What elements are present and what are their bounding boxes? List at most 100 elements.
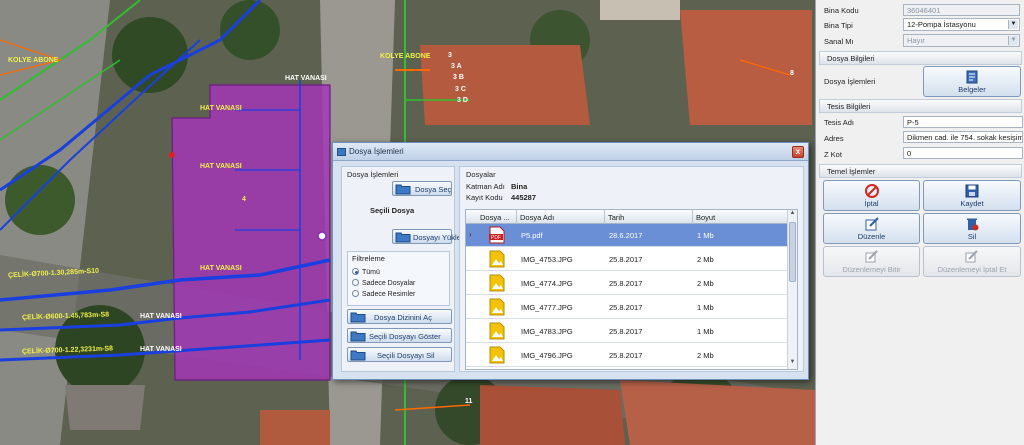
map-label-hat-vanasi: HAT VANASI bbox=[140, 313, 182, 320]
duzenlemeyi-iptal-label: Düzenlemeyi İptal Et bbox=[937, 265, 1007, 274]
duzenlemeyi-bitir-label: Düzenlemeyi Bitir bbox=[842, 265, 901, 274]
cancel-edit-icon bbox=[965, 250, 978, 263]
tesis-adi-field[interactable]: P-5 bbox=[903, 116, 1023, 128]
table-row[interactable]: IMG_4777.JPG 25.8.2017 1 Mb bbox=[466, 296, 788, 319]
kaydet-label: Kaydet bbox=[960, 199, 984, 208]
filter-radio-sadece-resimler[interactable]: Sadece Resimler bbox=[352, 290, 415, 298]
z-kot-field[interactable]: 0 bbox=[903, 147, 1023, 159]
belgeler-label: Belgeler bbox=[958, 85, 986, 94]
chevron-down-icon: ▼ bbox=[1008, 36, 1018, 45]
chevron-down-icon: ▼ bbox=[1008, 20, 1018, 29]
properties-panel: Bina Kodu 36046401 Bina Tipi 12-Pompa İs… bbox=[815, 0, 1024, 445]
table-row[interactable]: IMG_4774.JPG 25.8.2017 2 Mb bbox=[466, 272, 788, 295]
image-icon bbox=[489, 250, 505, 268]
close-icon[interactable]: x bbox=[792, 146, 804, 158]
map-label-hat-vanasi: HAT VANASI bbox=[200, 105, 242, 112]
file-name: IMG_4777.JPG bbox=[521, 303, 573, 312]
file-date: 25.8.2017 bbox=[609, 279, 643, 288]
delete-icon bbox=[967, 218, 979, 231]
bina-kodu-field: 36046401 bbox=[903, 4, 1020, 16]
image-icon bbox=[489, 322, 505, 340]
duzenlemeyi-bitir-button[interactable]: Düzenlemeyi Bitir bbox=[823, 246, 920, 277]
column-header-boyut[interactable]: Boyut bbox=[696, 213, 715, 222]
bina-tipi-value: 12-Pompa İstasyonu bbox=[907, 20, 976, 29]
column-header-tarih[interactable]: Tarih bbox=[608, 213, 624, 222]
map-label-unit: 3 B bbox=[453, 74, 464, 81]
grid-scrollbar[interactable]: ▲ ▼ bbox=[787, 210, 797, 369]
column-header-dosya-adi[interactable]: Dosya Adı bbox=[520, 213, 554, 222]
filter-radio-sadece-dosyalar[interactable]: Sadece Dosyalar bbox=[352, 279, 415, 287]
dosya-dizinini-ac-button[interactable]: Dosya Dizinini Aç bbox=[347, 309, 452, 324]
file-size: 2 Mb bbox=[697, 279, 714, 288]
tesis-bilgileri-header: Tesis Bilgileri bbox=[819, 99, 1022, 113]
duzenle-label: Düzenle bbox=[857, 232, 886, 241]
adres-field[interactable]: Dikmen cad. ile 754. sokak kesişimi M bbox=[903, 131, 1023, 143]
filter-radio-tumu[interactable]: Tümü bbox=[352, 268, 380, 276]
secili-dosyayi-sil-button[interactable]: Seçili Dosyayı Sil bbox=[347, 347, 452, 362]
image-icon bbox=[489, 298, 505, 316]
filter-option-label: Tümü bbox=[362, 269, 380, 276]
image-icon bbox=[489, 346, 505, 364]
scroll-thumb[interactable] bbox=[789, 222, 796, 282]
file-name: IMG_4753.JPG bbox=[521, 255, 573, 264]
pdf-icon: PDF bbox=[489, 226, 505, 244]
file-date: 28.6.2017 bbox=[609, 231, 643, 240]
window-icon bbox=[337, 148, 346, 156]
column-header-dosya-tipi[interactable]: Dosya ... bbox=[480, 213, 510, 222]
filtreleme-box: Filtreleme Tümü Sadece Dosyalar Sadece R… bbox=[347, 251, 450, 306]
scroll-up-icon[interactable]: ▲ bbox=[788, 210, 797, 220]
dialog-titlebar[interactable]: Dosya İşlemleri x bbox=[333, 143, 808, 161]
scroll-down-icon[interactable]: ▼ bbox=[788, 359, 797, 369]
bina-tipi-label: Bina Tipi bbox=[824, 21, 853, 30]
edit-icon bbox=[865, 217, 879, 231]
file-size: 2 Mb bbox=[697, 351, 714, 360]
file-date: 25.8.2017 bbox=[609, 303, 643, 312]
map-label-unit: 3 D bbox=[457, 97, 468, 104]
document-icon bbox=[966, 70, 978, 84]
dosyalar-section-label: Dosyalar bbox=[466, 170, 496, 179]
belgeler-button[interactable]: Belgeler bbox=[923, 66, 1021, 97]
map-label-hat-vanasi: HAT VANASI bbox=[285, 75, 327, 82]
iptal-button[interactable]: İptal bbox=[823, 180, 920, 211]
map-label-hat-vanasi: HAT VANASI bbox=[140, 346, 182, 353]
dosyalar-pane: Dosyalar Katman Adı Bina Kayıt Kodu 4452… bbox=[459, 166, 804, 372]
upload-folder-icon bbox=[395, 232, 411, 243]
table-row[interactable]: IMG_4783.JPG 25.8.2017 1 Mb bbox=[466, 320, 788, 343]
dosya-sec-button[interactable]: Dosya Seç bbox=[392, 181, 452, 196]
table-row[interactable]: › PDF P5.pdf 28.6.2017 1 Mb bbox=[466, 224, 788, 247]
duzenle-button[interactable]: Düzenle bbox=[823, 213, 920, 244]
file-name: IMG_4774.JPG bbox=[521, 279, 573, 288]
map-label-unit: 3 bbox=[448, 52, 452, 59]
table-row[interactable]: IMG_4753.JPG 25.8.2017 2 Mb bbox=[466, 248, 788, 271]
duzenlemeyi-iptal-button[interactable]: Düzenlemeyi İptal Et bbox=[923, 246, 1021, 277]
file-size: 1 Mb bbox=[697, 303, 714, 312]
sanal-mi-select: Hayır ▼ bbox=[903, 34, 1020, 47]
map-label-unit: 8 bbox=[790, 70, 794, 77]
save-icon bbox=[965, 184, 979, 198]
table-row[interactable]: IMG_4796.JPG 25.8.2017 2 Mb bbox=[466, 344, 788, 367]
adres-label: Adres bbox=[824, 134, 844, 143]
dosya-islemleri-section-label: Dosya İşlemleri bbox=[347, 170, 399, 179]
katman-adi-label: Katman Adı bbox=[466, 182, 505, 191]
dosyayi-yukle-button[interactable]: Dosyayı Yükle bbox=[392, 229, 461, 244]
dosya-sec-label: Dosya Seç bbox=[415, 185, 452, 194]
dosya-dizinini-ac-label: Dosya Dizinini Aç bbox=[374, 313, 432, 322]
map-label-unit: 3 C bbox=[455, 86, 466, 93]
map-label-hat-vanasi: HAT VANASI bbox=[200, 163, 242, 170]
bina-kodu-label: Bina Kodu bbox=[824, 6, 859, 15]
temel-islemler-header: Temel İşlemler bbox=[819, 164, 1022, 178]
secili-dosyayi-goster-button[interactable]: Seçili Dosyayı Göster bbox=[347, 328, 452, 343]
radio-icon bbox=[352, 290, 359, 297]
map-label-unit: 3 A bbox=[451, 63, 462, 70]
bina-tipi-select[interactable]: 12-Pompa İstasyonu ▼ bbox=[903, 18, 1020, 31]
sil-button[interactable]: Sil bbox=[923, 213, 1021, 244]
map-label-unit: 11 bbox=[465, 398, 473, 405]
secili-dosyayi-goster-label: Seçili Dosyayı Göster bbox=[369, 332, 441, 341]
file-name: P5.pdf bbox=[521, 231, 543, 240]
folder-icon bbox=[395, 184, 411, 195]
file-size: 1 Mb bbox=[697, 231, 714, 240]
folder-view-icon bbox=[350, 331, 366, 342]
tesis-adi-label: Tesis Adı bbox=[824, 118, 855, 127]
sanal-mi-label: Sanal Mı bbox=[824, 37, 854, 46]
kaydet-button[interactable]: Kaydet bbox=[923, 180, 1021, 211]
